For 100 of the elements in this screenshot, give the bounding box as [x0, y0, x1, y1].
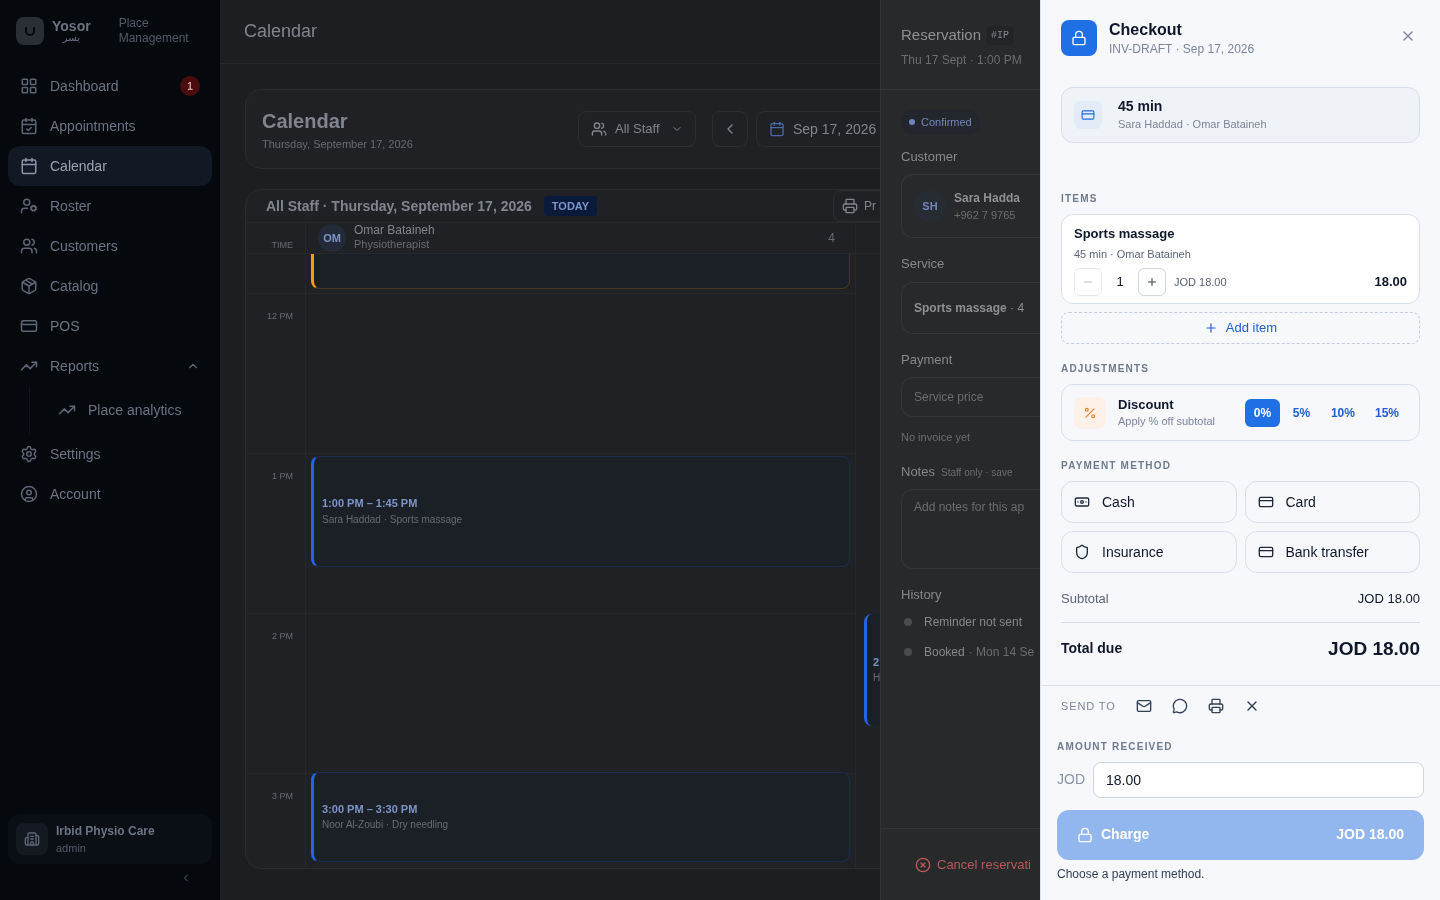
payment-note: No invoice yet [901, 430, 972, 445]
payment-label: Payment [901, 350, 954, 369]
discount-title: Discount [1118, 396, 1175, 413]
payment-method-button[interactable]: Card [1244, 481, 1420, 523]
hour-label: 1 PM [272, 469, 293, 483]
nav-item[interactable]: Reports [8, 346, 212, 386]
reservation-title: Reservation [901, 25, 982, 45]
history-date: · Mon 14 Se [968, 643, 1035, 661]
calendar-icon [769, 121, 785, 137]
schedule-heading: All Staff · Thursday, September 17, 2026 [266, 196, 532, 216]
nav-item[interactable]: Calendar [8, 146, 212, 186]
appointment-detail: H [873, 671, 880, 686]
item-detail: 45 min · Omar Bataineh [1074, 246, 1192, 262]
user-gear-icon [20, 197, 38, 215]
service-name: Sports massage · 4 [914, 299, 1025, 317]
nav-label: POS [50, 316, 81, 336]
lock-icon [1061, 20, 1097, 56]
message-button[interactable] [1171, 698, 1188, 715]
payment-method-button[interactable]: Insurance [1061, 531, 1237, 573]
notes-field[interactable]: Add notes for this ap [901, 489, 1040, 569]
email-button[interactable] [1135, 698, 1152, 715]
nav-item[interactable]: Account [8, 474, 212, 514]
nav-item[interactable]: POS [8, 306, 212, 346]
appointment-block[interactable]: 3:00 PM – 3:30 PM Noor Al-Zoubi · Dry needling [311, 771, 850, 862]
nav-badge: 1 [180, 76, 200, 96]
calendar-icon [20, 157, 38, 175]
nav-label: Calendar [50, 156, 108, 176]
discount-option[interactable]: 15% [1366, 398, 1407, 427]
nav-item[interactable]: Appointments [8, 106, 212, 146]
appointment-time: 1:00 PM – 1:45 PM [322, 496, 419, 512]
lock-icon [1077, 826, 1093, 843]
staff-filter[interactable]: All Staff [578, 111, 696, 147]
appointment-time: 2 [873, 654, 880, 670]
history-label: History [901, 586, 943, 604]
box-icon [20, 277, 38, 295]
payment-method-button[interactable]: Cash [1061, 481, 1237, 523]
user-circle-icon [20, 485, 38, 503]
nav-label: Roster [50, 196, 93, 216]
item-quantity: 1 [1115, 273, 1125, 292]
print-button[interactable] [1207, 698, 1224, 715]
service-label: Service [901, 255, 946, 273]
page-title: Calendar [244, 20, 318, 43]
send-to-label: SEND TO [1061, 699, 1116, 714]
today-badge: TODAY [543, 195, 598, 217]
nav-item[interactable]: Place analytics [46, 390, 212, 430]
plus-icon [1203, 321, 1218, 335]
summary-title: 45 min [1118, 98, 1164, 116]
calendar-check-icon [20, 117, 38, 135]
card-icon [1257, 544, 1274, 560]
customer-name: Sara Hadda [954, 189, 1021, 207]
card-icon [1074, 101, 1102, 129]
percent-icon [1074, 396, 1106, 429]
reservation-time: Thu 17 Sept · 1:00 PM [901, 51, 1023, 69]
discount-option[interactable]: 5% [1283, 398, 1319, 427]
section-label: ADJUSTMENTS [1061, 362, 1151, 376]
brand-name: Yosor [52, 19, 91, 33]
amount-field[interactable]: 18.00 [1093, 761, 1424, 798]
item-name: Sports massage [1074, 225, 1176, 243]
appointment-time: 3:00 PM – 3:30 PM [322, 801, 419, 817]
appointment-block[interactable]: 1:00 PM – 1:45 PM Sara Haddad · Sports massage [311, 455, 850, 567]
appointment-block[interactable]: 2 H [864, 613, 880, 726]
appointment-detail: Sara Haddad · Sports massage [322, 512, 464, 527]
nav-label: Reports [50, 356, 101, 376]
customer-label: Customer [901, 147, 959, 166]
card-icon [1257, 494, 1274, 510]
settings-icon [20, 445, 38, 463]
nav-item[interactable]: Dashboard 1 [8, 66, 212, 106]
checkout-title: Checkout [1109, 20, 1183, 40]
previous-day-button[interactable] [712, 111, 748, 147]
history-event: Booked [924, 643, 965, 661]
nav-item[interactable]: Roster [8, 186, 212, 226]
cancel-reservation-button[interactable]: Cancel reservati [915, 854, 1031, 875]
workspace-card[interactable]: Irbid Physio Care admin [8, 813, 212, 864]
appointment-count: 4 [828, 229, 836, 247]
calendar-title: Calendar [262, 108, 349, 134]
users-icon [20, 237, 38, 255]
hour-label: 2 PM [272, 629, 293, 643]
section-label: AMOUNT RECEIVED [1057, 739, 1174, 754]
increase-button[interactable] [1138, 268, 1166, 296]
nav-label: Catalog [50, 276, 100, 296]
staff-name: Omar Bataineh [354, 223, 435, 239]
discount-option[interactable]: 10% [1322, 398, 1363, 427]
item-unit-price: JOD 18.00 [1174, 274, 1227, 290]
nav-item[interactable]: Catalog [8, 266, 212, 306]
summary-detail: Sara Haddad · Omar Bataineh [1118, 117, 1267, 132]
hour-label: 3 PM [272, 789, 293, 803]
add-item-button[interactable]: Add item [1061, 312, 1420, 344]
payment-method-button[interactable]: Bank transfer [1244, 531, 1420, 573]
discount-option[interactable]: 0% [1244, 398, 1280, 427]
subtotal-label: Subtotal [1061, 590, 1109, 608]
subtotal-value: JOD 18.00 [1357, 590, 1420, 608]
staff-role: Physiotherapist [354, 238, 431, 253]
customer-phone: +962 7 9765 [954, 207, 1017, 223]
nav-item[interactable]: Customers [8, 226, 212, 266]
nav-label: Settings [50, 444, 102, 464]
staff-avatar: OM [318, 223, 346, 252]
nav-item[interactable]: Settings [8, 434, 212, 474]
nav-label: Customers [50, 236, 119, 256]
nav-label: Account [50, 484, 102, 504]
brand-subtitle: Place Management [118, 16, 190, 46]
